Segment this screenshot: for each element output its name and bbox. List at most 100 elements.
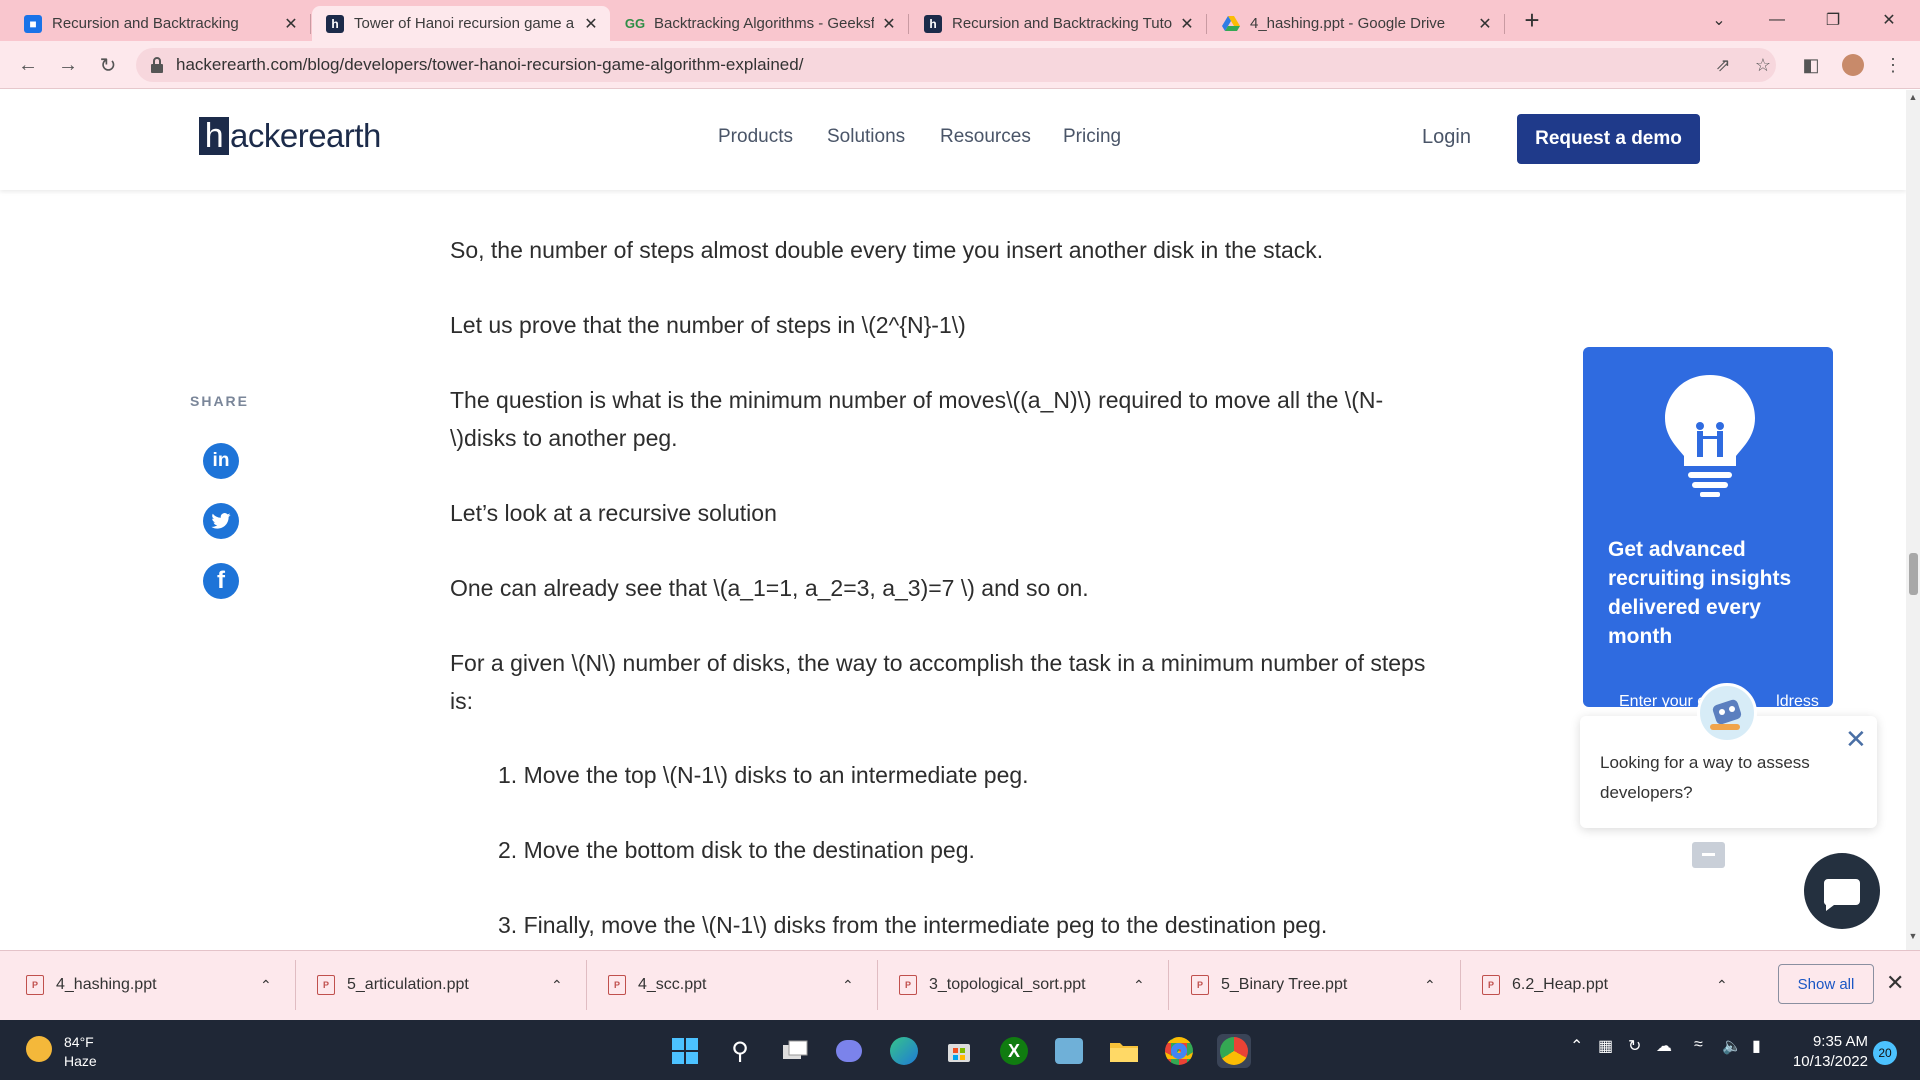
page-scrollbar[interactable]	[1906, 90, 1920, 950]
article-paragraph: Let us prove that the number of steps in…	[450, 312, 966, 338]
tab-title: Recursion and Backtracking Tuto	[952, 15, 1172, 32]
app-tray-icon[interactable]: ▦	[1598, 1036, 1613, 1056]
wifi-icon[interactable]: ≈	[1694, 1036, 1703, 1054]
tab-title: Recursion and Backtracking	[52, 15, 239, 32]
download-item[interactable]: P 6.2_Heap.ppt	[1482, 950, 1608, 1020]
teams-chat-icon[interactable]	[832, 1034, 866, 1068]
menu-kebab-icon[interactable]: ⋮	[1878, 48, 1908, 82]
temperature: 84°F	[64, 1034, 94, 1050]
tab-google-drive[interactable]: 4_hashing.ppt - Google Drive ✕	[1208, 6, 1504, 41]
linkedin-icon[interactable]: in	[203, 443, 239, 479]
ppt-file-icon: P	[26, 975, 44, 995]
show-all-downloads-button[interactable]: Show all	[1778, 964, 1874, 1004]
bookmark-star-icon[interactable]: ☆	[1748, 48, 1778, 82]
tab-recursion-tutorial[interactable]: h Recursion and Backtracking Tuto ✕	[910, 6, 1206, 41]
battery-icon[interactable]: ▮	[1752, 1036, 1761, 1056]
download-item[interactable]: P 5_Binary Tree.ppt	[1191, 950, 1347, 1020]
new-tab-button[interactable]: +	[1508, 0, 1556, 40]
newsletter-title: Get advanced recruiting insights deliver…	[1608, 538, 1792, 648]
back-button[interactable]: ←	[10, 41, 46, 89]
share-label: SHARE	[190, 393, 250, 409]
login-link[interactable]: Login	[1422, 126, 1471, 149]
logo-h: h	[199, 117, 229, 155]
minimize-chat-button[interactable]	[1692, 842, 1725, 868]
article-paragraph: Let’s look at a recursive solution	[450, 500, 777, 526]
nav-pricing[interactable]: Pricing	[1063, 126, 1121, 148]
tab-search-chevron-icon[interactable]: ⌄	[1694, 0, 1744, 40]
nav-resources[interactable]: Resources	[940, 126, 1031, 148]
scroll-up-arrow-icon[interactable]: ▲	[1906, 92, 1920, 102]
start-icon[interactable]	[668, 1034, 702, 1068]
cloud-icon[interactable]: ☁	[1656, 1036, 1672, 1056]
chevron-up-icon[interactable]: ⌃	[1133, 950, 1145, 1020]
close-icon[interactable]: ✕	[880, 14, 898, 34]
chat-launcher-button[interactable]	[1804, 853, 1880, 929]
download-item[interactable]: P 4_hashing.ppt	[26, 950, 157, 1020]
weather-icon[interactable]	[26, 1036, 52, 1062]
facebook-icon[interactable]: f	[203, 563, 239, 599]
profile-avatar-icon[interactable]	[1838, 48, 1868, 82]
store-icon[interactable]	[942, 1034, 976, 1068]
tab-tower-of-hanoi[interactable]: h Tower of Hanoi recursion game a ✕	[312, 6, 610, 41]
forward-button[interactable]: →	[50, 41, 86, 89]
ppt-file-icon: P	[317, 975, 335, 995]
file-explorer-icon[interactable]	[1107, 1034, 1141, 1068]
twitter-icon[interactable]	[203, 503, 239, 539]
reload-button[interactable]: ↻	[90, 41, 126, 89]
restore-button[interactable]: ❐	[1808, 0, 1858, 40]
chevron-up-icon[interactable]: ⌃	[551, 950, 563, 1020]
chevron-up-icon[interactable]: ⌃	[1716, 950, 1728, 1020]
hackerearth-icon: h	[924, 14, 942, 33]
hackerearth-logo[interactable]: h ackerearth	[199, 114, 381, 158]
download-item[interactable]: P 5_articulation.ppt	[317, 950, 469, 1020]
download-separator	[295, 960, 296, 1010]
hackerearth-icon: h	[326, 14, 344, 33]
logo-text: ackerearth	[230, 117, 381, 154]
task-view-icon[interactable]	[778, 1034, 812, 1068]
url-text: hackerearth.com/blog/developers/tower-ha…	[176, 55, 804, 74]
ppt-file-icon: P	[608, 975, 626, 995]
close-icon[interactable]: ✕	[582, 14, 600, 34]
minimize-button[interactable]: —	[1752, 0, 1802, 40]
close-icon[interactable]: ✕	[1476, 14, 1494, 34]
volume-icon[interactable]: 🔈	[1722, 1036, 1742, 1056]
scroll-down-arrow-icon[interactable]: ▼	[1906, 931, 1920, 941]
nav-solutions[interactable]: Solutions	[827, 126, 905, 148]
close-icon[interactable]: ✕	[282, 14, 300, 34]
close-icon[interactable]: ✕	[1178, 14, 1196, 34]
show-hidden-icons-chevron-icon[interactable]: ⌃	[1570, 1036, 1583, 1056]
download-item[interactable]: P 4_scc.ppt	[608, 950, 706, 1020]
request-demo-button[interactable]: Request a demo	[1517, 114, 1700, 164]
scrollbar-thumb[interactable]	[1909, 553, 1918, 595]
download-filename: 4_scc.ppt	[638, 976, 707, 993]
xbox-icon[interactable]: X	[997, 1034, 1031, 1068]
edge-icon[interactable]	[887, 1034, 921, 1068]
address-bar[interactable]: hackerearth.com/blog/developers/tower-ha…	[136, 48, 1776, 82]
chrome-icon[interactable]	[1162, 1034, 1196, 1068]
photos-icon[interactable]	[1052, 1034, 1086, 1068]
clock[interactable]: 9:35 AM 10/13/2022	[1782, 1032, 1868, 1072]
download-separator	[877, 960, 878, 1010]
time: 9:35 AM	[1812, 1033, 1868, 1050]
tab-backtracking-geeks[interactable]: GG Backtracking Algorithms - Geeksf ✕	[612, 6, 908, 41]
chevron-up-icon[interactable]: ⌃	[842, 950, 854, 1020]
close-window-button[interactable]: ✕	[1864, 0, 1914, 40]
search-icon[interactable]: ⚲	[723, 1034, 757, 1068]
weather-widget[interactable]: 84°F Haze	[64, 1033, 97, 1071]
download-filename: 5_Binary Tree.ppt	[1221, 976, 1348, 993]
download-item[interactable]: P 3_topological_sort.ppt	[899, 950, 1086, 1020]
chevron-up-icon[interactable]: ⌃	[260, 950, 272, 1020]
nav-products[interactable]: Products	[718, 126, 793, 148]
tab-separator	[1504, 14, 1505, 34]
notification-badge[interactable]: 20	[1873, 1041, 1897, 1065]
sync-icon[interactable]: ↻	[1628, 1036, 1641, 1056]
side-panel-icon[interactable]: ◧	[1796, 48, 1826, 82]
chevron-up-icon[interactable]: ⌃	[1424, 950, 1436, 1020]
download-filename: 5_articulation.ppt	[347, 976, 469, 993]
email-placeholder-left: Enter your e	[1619, 693, 1707, 710]
close-downloads-icon[interactable]: ✕	[1886, 970, 1904, 996]
lock-icon[interactable]	[150, 57, 164, 73]
tab-recursion-backtracking[interactable]: ■ Recursion and Backtracking ✕	[10, 6, 310, 41]
chrome-profile-icon[interactable]	[1217, 1034, 1251, 1068]
share-icon[interactable]: ⇗	[1708, 48, 1738, 82]
